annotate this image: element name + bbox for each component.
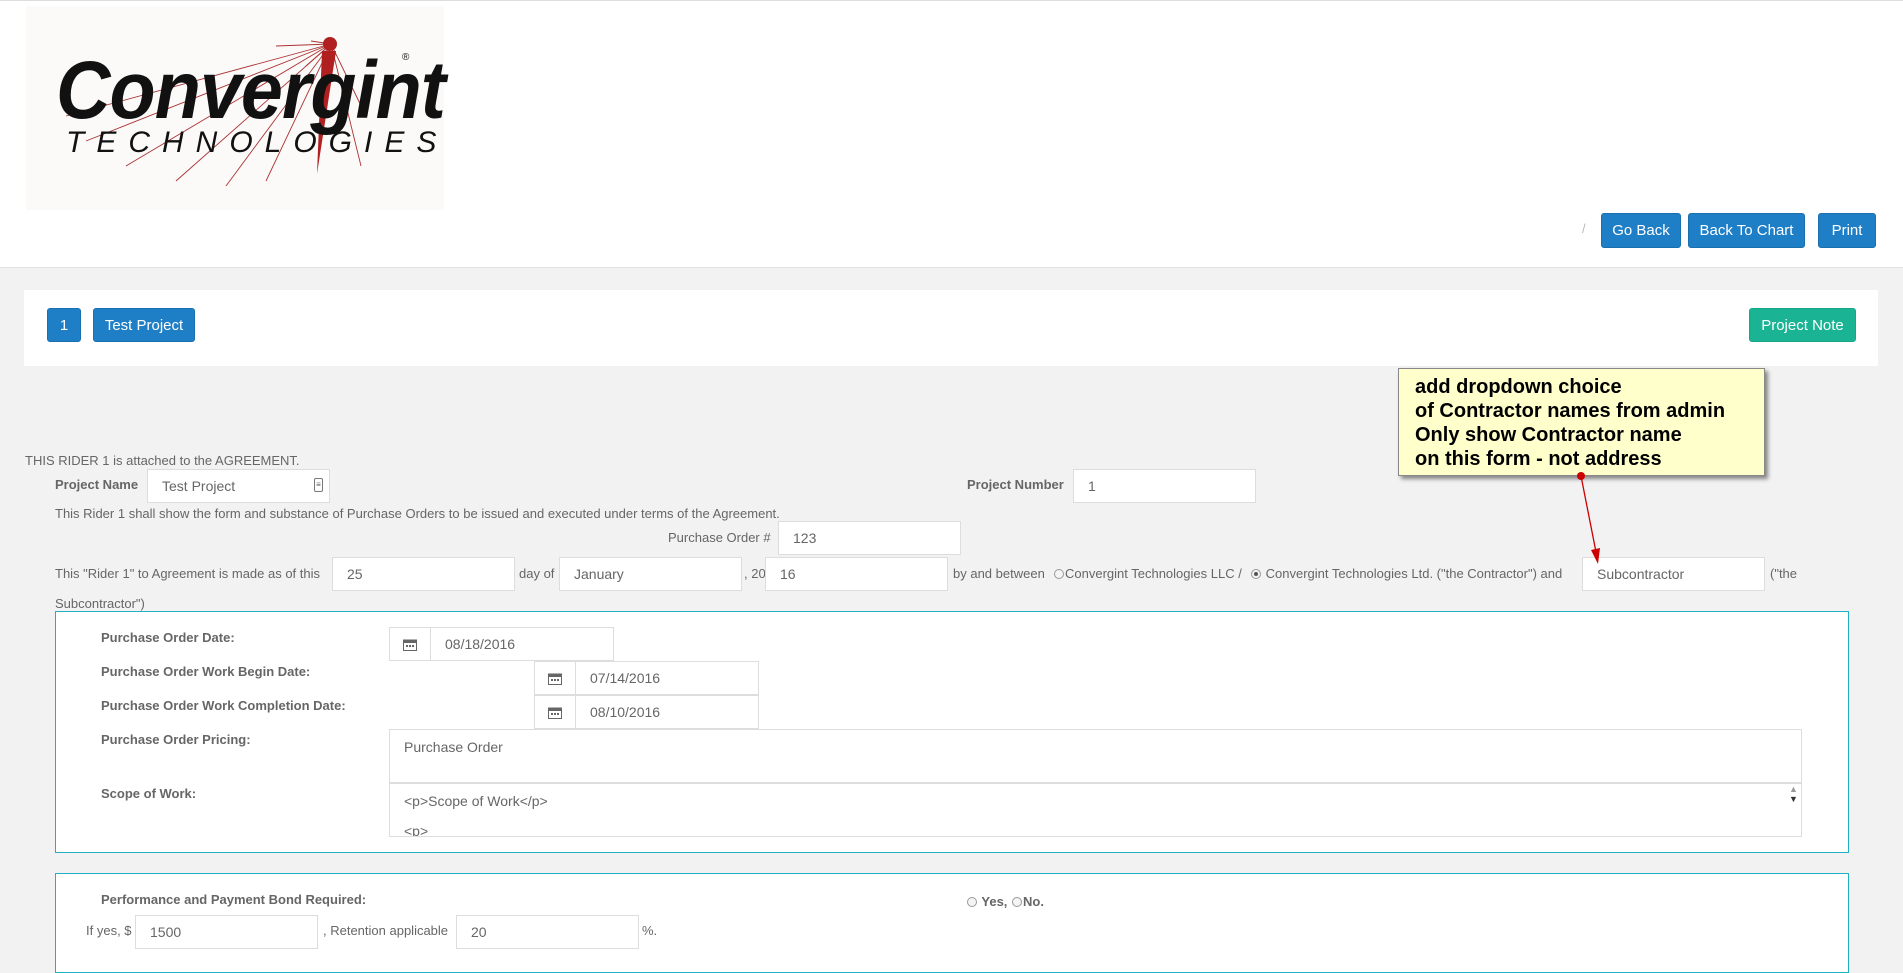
radio-yes[interactable] (967, 897, 977, 907)
po-number-label: Purchase Order # (668, 530, 771, 545)
project-bar: 1 Test Project Project Note (24, 290, 1878, 366)
print-button[interactable]: Print (1818, 213, 1876, 248)
contact-card-icon: ≡ (314, 478, 323, 492)
scope-content: <p>Scope of Work</p> <p> (404, 793, 548, 837)
pricing-value: Purchase Order (404, 739, 503, 755)
calendar-icon-glyph (403, 639, 417, 651)
project-name-label: Project Name (55, 477, 139, 492)
radio-no[interactable] (1012, 897, 1022, 907)
made-as-of-text: This "Rider 1" to Agreement is made as o… (55, 566, 321, 581)
scroll-up-icon[interactable]: ▲ (1789, 784, 1798, 794)
annotation-line: add dropdown choice (1415, 376, 1622, 398)
calendar-icon[interactable] (389, 627, 431, 661)
scrollbar[interactable]: ▲ ▼ (1786, 784, 1801, 836)
rider-description: This Rider 1 shall show the form and sub… (55, 506, 780, 521)
contractor-option-llc[interactable]: Convergint Technologies LLC / (1054, 566, 1242, 581)
contractor-option-ltd[interactable]: Convergint Technologies Ltd. ("the Contr… (1251, 566, 1562, 581)
the-text: ("the (1770, 566, 1798, 581)
annotation-arrow (1577, 472, 1600, 564)
project-name-button[interactable]: Test Project (93, 308, 195, 342)
if-yes-label: If yes, $ (86, 923, 132, 938)
project-number-label: Project Number (967, 477, 1064, 492)
po-date-field[interactable]: 08/18/2016 (430, 627, 614, 661)
calendar-icon-glyph (548, 707, 562, 719)
po-number-field[interactable]: 123 (778, 521, 961, 555)
annotation-line: Only show Contractor name (1415, 424, 1682, 446)
project-number-field[interactable]: 1 (1073, 469, 1256, 503)
radio-llc[interactable] (1054, 569, 1064, 579)
year-prefix-text: , 20 (744, 566, 766, 581)
calendar-icon[interactable] (534, 695, 576, 729)
day-of-text: day of (519, 566, 555, 581)
annotation-line: of Contractor names from admin (1415, 400, 1726, 422)
subcontractor-suffix: Subcontractor") (55, 596, 145, 611)
company-logo: Convergint ® TECHNOLOGIES (26, 6, 446, 210)
bond-no-option[interactable]: No. (1012, 894, 1044, 909)
subcontractor-field[interactable]: Subcontractor (1582, 557, 1765, 591)
percent-sign: %. (642, 923, 658, 938)
project-number-button[interactable]: 1 (47, 308, 81, 342)
by-between-text: by and between (953, 566, 1045, 581)
go-back-button[interactable]: Go Back (1601, 213, 1681, 248)
month-field[interactable]: January (559, 557, 742, 591)
radio-ltd[interactable] (1251, 569, 1261, 579)
annotation-line: on this form - not address (1415, 448, 1662, 470)
bond-yes-option[interactable]: Yes, (967, 894, 1007, 909)
breadcrumb-separator: / (1582, 221, 1586, 236)
project-note-button[interactable]: Project Note (1749, 308, 1856, 342)
completion-date-field[interactable]: 08/10/2016 (575, 695, 759, 729)
retention-label: , Retention applicable (323, 923, 449, 938)
scope-value: <p>Scope of Work</p> (404, 793, 548, 809)
project-name-value: Test Project (162, 478, 236, 494)
begin-date-field[interactable]: 07/14/2016 (575, 661, 759, 695)
begin-date-label: Purchase Order Work Begin Date: (101, 664, 311, 679)
rider-intro: THIS RIDER 1 is attached to the AGREEMEN… (25, 453, 300, 468)
annotation-callout: add dropdown choice of Contractor names … (1398, 368, 1765, 476)
header: Convergint ® TECHNOLOGIES / Go Back Back… (0, 0, 1903, 268)
pricing-textarea[interactable]: Purchase Order (389, 729, 1802, 783)
year-field[interactable]: 16 (765, 557, 948, 591)
completion-date-label: Purchase Order Work Completion Date: (101, 698, 346, 713)
calendar-icon-glyph (548, 673, 562, 685)
project-name-field[interactable]: Test Project ≡ (147, 469, 330, 503)
back-to-chart-button[interactable]: Back To Chart (1688, 213, 1805, 248)
scroll-down-icon[interactable]: ▼ (1789, 794, 1798, 804)
scope-label: Scope of Work: (101, 786, 197, 801)
day-field[interactable]: 25 (332, 557, 515, 591)
logo-wordmark: Convergint (56, 45, 446, 136)
calendar-icon[interactable] (534, 661, 576, 695)
logo-registered: ® (402, 52, 410, 63)
scope-textarea[interactable]: <p>Scope of Work</p> <p> ▲ ▼ (389, 783, 1802, 837)
logo-subtitle: TECHNOLOGIES (66, 126, 449, 159)
scope-partial: <p> (404, 823, 429, 837)
po-date-label: Purchase Order Date: (101, 630, 235, 645)
pricing-label: Purchase Order Pricing: (101, 732, 251, 747)
bond-amount-field[interactable]: 1500 (135, 915, 318, 949)
retention-field[interactable]: 20 (456, 915, 639, 949)
bond-label: Performance and Payment Bond Required: (101, 892, 367, 907)
